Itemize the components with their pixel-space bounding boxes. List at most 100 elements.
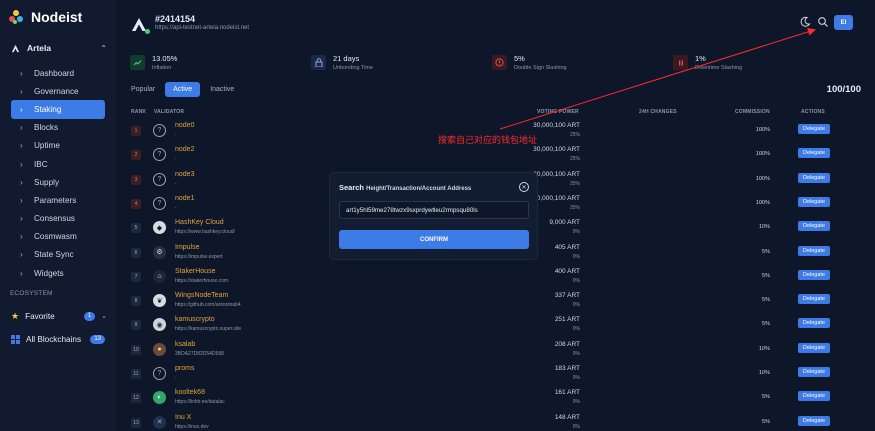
voting-power: 337 ART: [554, 292, 580, 300]
delegate-button[interactable]: Delegate: [798, 342, 830, 353]
delegate-button[interactable]: Delegate: [798, 367, 830, 377]
validator-website: -: [175, 156, 177, 163]
sidebar-item-ibc[interactable]: › IBC: [11, 155, 105, 173]
stat-value: 1%: [695, 54, 706, 63]
tab-active[interactable]: Active: [165, 82, 201, 97]
delegate-button[interactable]: Delegate: [798, 172, 830, 183]
validator-website: https://kamuscrypto.super.site: [175, 326, 242, 333]
nodeist-logo-icon: [9, 10, 23, 24]
validator-name[interactable]: kamuscrypto: [175, 316, 215, 323]
stat-inflation: 13.05% Inflation: [130, 54, 177, 71]
validator-name[interactable]: kooltek68: [175, 389, 205, 396]
validator-name[interactable]: node0: [175, 122, 194, 129]
artela-logo-icon: [11, 44, 20, 52]
delegate-button[interactable]: Delegate: [798, 124, 830, 134]
search-input[interactable]: art1y5hl59me278twzx9sxprdywtleu2rmpsqu80…: [339, 201, 529, 219]
table-header: RANK VALIDATOR VOTING POWER 24H CHANGES …: [0, 109, 875, 117]
commission: 5%: [762, 272, 770, 279]
wallet-button[interactable]: EI: [834, 15, 853, 30]
validator-website: -: [175, 375, 177, 381]
voting-power-percent: 25%: [569, 204, 580, 211]
sidebar-item-widgets[interactable]: › Widgets: [11, 264, 105, 282]
col-validator: VALIDATOR: [154, 109, 185, 115]
validator-website: https://www.hashkey.cloud/: [175, 229, 235, 236]
search-icon[interactable]: [817, 16, 829, 28]
delegate-button[interactable]: Delegate: [798, 294, 830, 305]
voting-power-percent: 0%: [572, 375, 580, 381]
validator-name[interactable]: ksalab: [175, 341, 195, 348]
validator-name[interactable]: proms: [175, 365, 194, 372]
endpoint-url[interactable]: https://api-testnet-artela.nodeist.net: [155, 25, 249, 31]
search-modal-title: Search Height/Transaction/Account Addres…: [339, 183, 471, 192]
sidebar-item-label: State Sync: [34, 250, 74, 260]
voting-power-percent: 25%: [569, 132, 580, 138]
sidebar-item-dashboard[interactable]: › Dashboard: [11, 64, 105, 82]
validator-name[interactable]: WingsNodeTeam: [175, 292, 228, 299]
tab-inactive[interactable]: Inactive: [205, 82, 239, 97]
validator-website: https://inux.dev: [175, 423, 209, 430]
favorite-label: Favorite: [25, 311, 55, 321]
sidebar-item-state-sync[interactable]: › State Sync: [11, 246, 105, 264]
stat-double-sign-slashing: 5% Double Sign Slashing: [492, 54, 567, 71]
question-icon: ?: [153, 196, 166, 210]
validator-name[interactable]: Impulse: [175, 244, 200, 251]
sidebar-item-label: IBC: [34, 159, 48, 169]
chain-selector[interactable]: Artela ⌃: [11, 43, 107, 53]
sidebar-item-consensus[interactable]: › Consensus: [11, 210, 105, 228]
moon-icon[interactable]: [799, 16, 811, 28]
chevron-right-icon: ›: [20, 68, 23, 78]
delegate-button[interactable]: Delegate: [798, 245, 830, 256]
delegate-button[interactable]: Delegate: [798, 415, 830, 426]
close-icon[interactable]: ✕: [519, 182, 529, 192]
stakerhouse-icon: ⌂: [153, 269, 166, 283]
validator-name[interactable]: Inu X: [175, 414, 191, 421]
tab-popular[interactable]: Popular: [126, 82, 160, 97]
delegate-button[interactable]: Delegate: [798, 269, 830, 280]
validator-website: -: [175, 132, 177, 138]
validator-name[interactable]: node1: [175, 195, 194, 202]
rank-badge: 2: [131, 150, 141, 161]
voting-power-percent: 0%: [572, 302, 580, 309]
commission: 100%: [755, 175, 770, 182]
lock-icon: [311, 55, 326, 70]
sidebar-item-governance[interactable]: › Governance: [11, 82, 105, 100]
voting-power-percent: 0%: [572, 277, 580, 284]
rank-badge: 4: [131, 198, 141, 209]
delegate-button[interactable]: Delegate: [798, 391, 830, 402]
kamus-icon: ◉: [153, 318, 166, 332]
chevron-up-icon: ⌃: [100, 43, 107, 53]
sidebar-item-supply[interactable]: › Supply: [11, 173, 105, 191]
all-blockchains-item[interactable]: All Blockchains 13: [11, 333, 107, 345]
table-row: 10 ● ksalab 3BDA27D82D54D598 208 ART 0% 10% Del…: [126, 338, 866, 362]
sidebar-item-blocks[interactable]: › Blocks: [11, 119, 105, 137]
stat-label: Double Sign Slashing: [514, 65, 567, 71]
all-blockchains-count-badge: 13: [90, 334, 105, 344]
commission: 10%: [758, 370, 770, 376]
delegate-button[interactable]: Delegate: [798, 148, 830, 159]
confirm-button[interactable]: CONFIRM: [339, 230, 529, 249]
favorite-item[interactable]: ★ Favorite 1 ⌄: [11, 310, 107, 322]
ksalab-icon: ●: [153, 342, 166, 356]
sidebar-item-label: Widgets: [34, 268, 64, 278]
delegate-button[interactable]: Delegate: [798, 318, 830, 329]
validator-name[interactable]: StakerHouse: [175, 268, 215, 275]
delegate-button[interactable]: Delegate: [798, 221, 830, 232]
delegate-button[interactable]: Delegate: [798, 196, 830, 207]
validator-name[interactable]: HashKey Cloud: [175, 219, 224, 226]
sidebar-item-label: Blocks: [34, 123, 59, 133]
validator-website: -: [175, 180, 177, 187]
sidebar-item-cosmwasm[interactable]: › Cosmwasm: [11, 228, 105, 246]
table-row: 8 ❦ WingsNodeTeam https://github.com/antoni…: [126, 289, 866, 313]
sidebar-item-label: Supply: [34, 177, 60, 187]
sidebar-item-parameters[interactable]: › Parameters: [11, 191, 105, 209]
commission: 100%: [755, 127, 770, 133]
commission: 5%: [762, 321, 770, 328]
stat-label: Downtime Slashing: [695, 65, 743, 71]
stat-label: Inflation: [152, 65, 172, 71]
validator-name[interactable]: node2: [175, 146, 194, 153]
voting-power-percent: 0%: [572, 399, 580, 406]
brand[interactable]: Nodeist: [9, 9, 82, 25]
sidebar-item-uptime[interactable]: › Uptime: [11, 137, 105, 155]
commission: 10%: [758, 224, 770, 231]
validator-name[interactable]: node3: [175, 171, 194, 178]
